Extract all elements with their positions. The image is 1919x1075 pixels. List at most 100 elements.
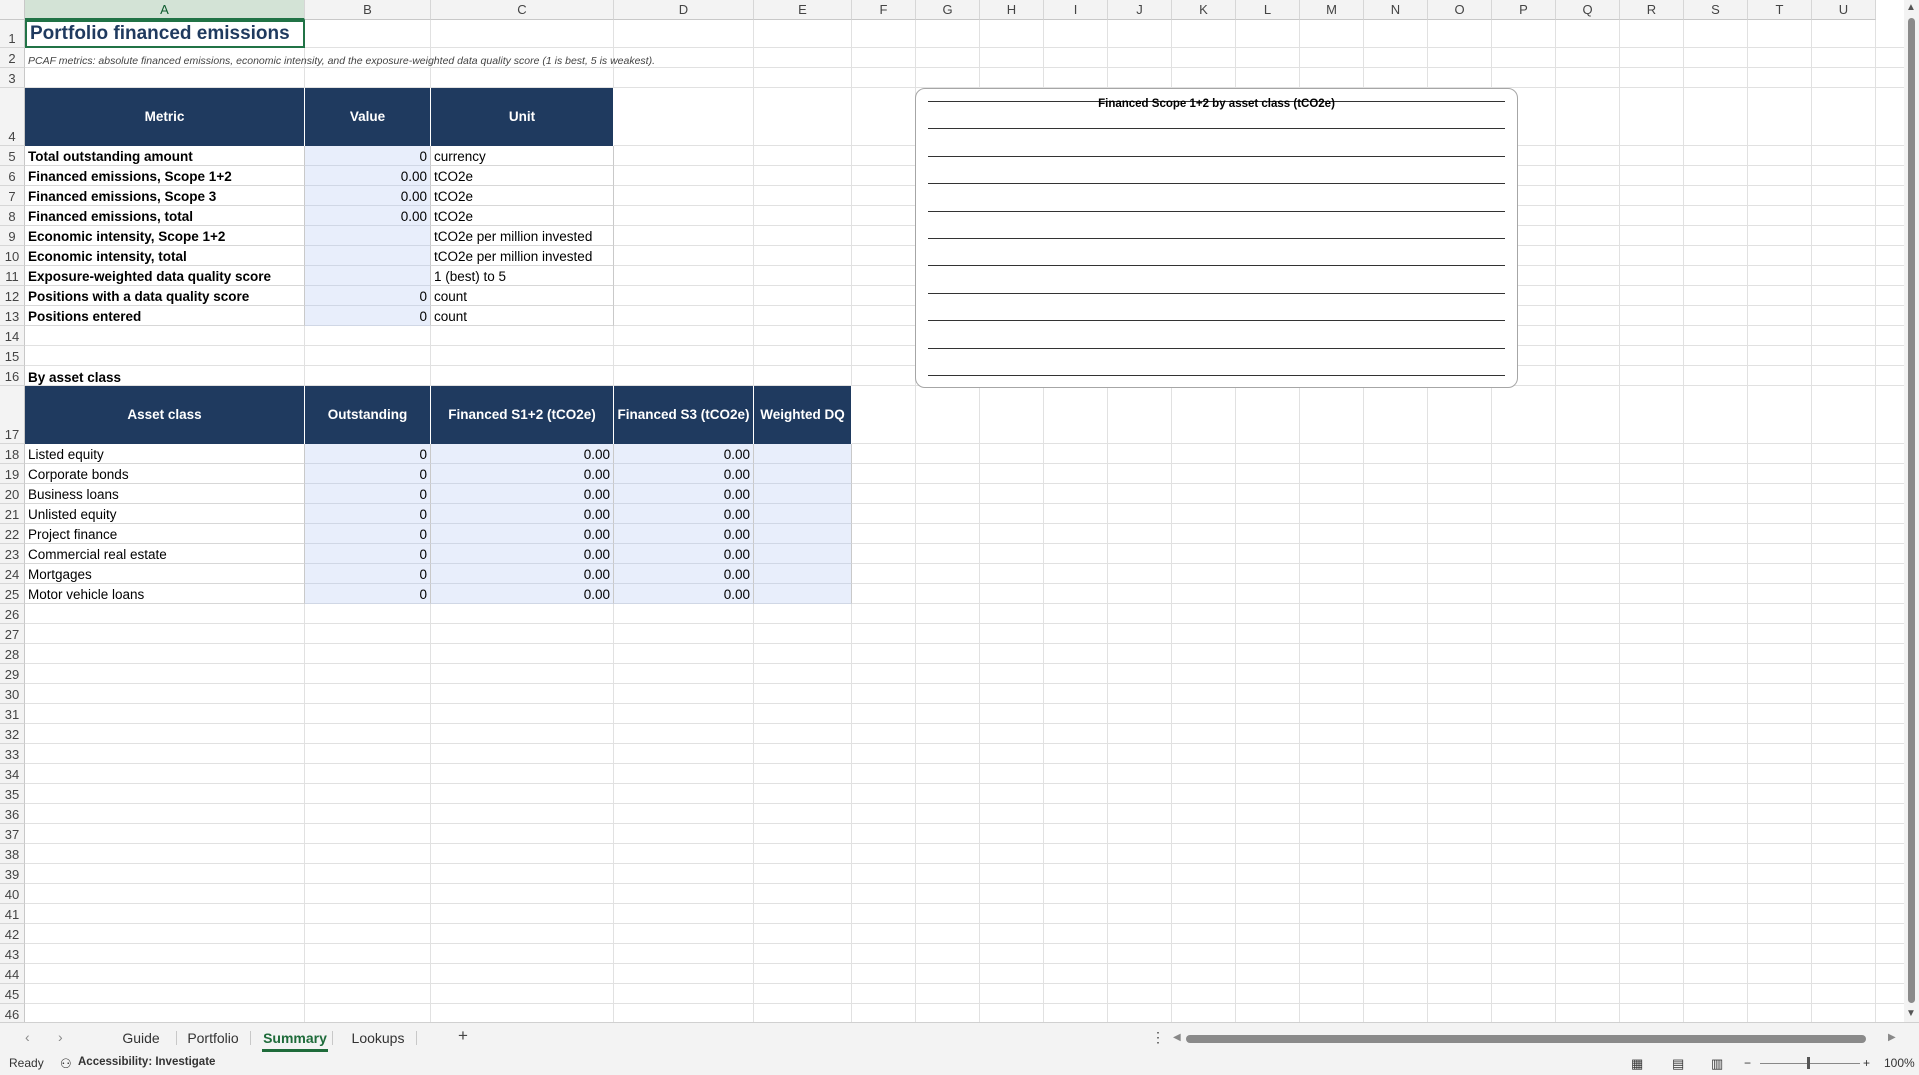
asset-financed-s12[interactable]: 0.00 (431, 564, 614, 584)
metric-label[interactable]: Economic intensity, Scope 1+2 (25, 226, 305, 246)
column-header[interactable]: E (754, 0, 852, 20)
asset-class-name[interactable]: Corporate bonds (25, 464, 305, 484)
metric-unit[interactable]: tCO2e (431, 186, 614, 206)
asset-financed-s12[interactable]: 0.00 (431, 524, 614, 544)
plus-icon[interactable]: + (458, 1026, 468, 1046)
column-header[interactable]: B (305, 0, 431, 20)
asset-outstanding[interactable]: 0 (305, 544, 431, 564)
column-header[interactable]: F (852, 0, 916, 20)
row-header[interactable]: 39 (0, 864, 25, 884)
column-header[interactable]: J (1108, 0, 1172, 20)
scroll-down-icon[interactable]: ▼ (1906, 1008, 1916, 1019)
asset-weighted-dq[interactable] (754, 504, 852, 524)
asset-table-header[interactable]: Asset class (25, 386, 305, 444)
metric-unit[interactable]: count (431, 306, 614, 326)
asset-weighted-dq[interactable] (754, 484, 852, 504)
vertical-scrollbar[interactable]: ▲ ▼ (1904, 0, 1919, 1022)
asset-class-name[interactable]: Project finance (25, 524, 305, 544)
sheet-tab-summary[interactable]: Summary (262, 1027, 328, 1052)
metric-value[interactable] (305, 226, 431, 246)
row-header[interactable]: 14 (0, 326, 25, 346)
sheet-tab-guide[interactable]: Guide (110, 1027, 172, 1049)
row-header[interactable]: 46 (0, 1004, 25, 1022)
zoom-slider-track[interactable] (1760, 1063, 1860, 1064)
metrics-header[interactable]: Value (305, 88, 431, 146)
zoom-out-icon[interactable]: − (1744, 1056, 1751, 1070)
row-header[interactable]: 2 (0, 48, 25, 68)
chevron-left-icon[interactable]: ‹ (25, 1029, 30, 1045)
metric-value[interactable]: 0.00 (305, 166, 431, 186)
row-header[interactable]: 6 (0, 166, 25, 186)
asset-financed-s3[interactable]: 0.00 (614, 484, 754, 504)
column-header[interactable]: R (1620, 0, 1684, 20)
metric-value[interactable] (305, 246, 431, 266)
chevron-right-icon[interactable]: › (58, 1029, 63, 1045)
row-header[interactable]: 40 (0, 884, 25, 904)
asset-outstanding[interactable]: 0 (305, 564, 431, 584)
asset-financed-s12[interactable]: 0.00 (431, 464, 614, 484)
row-header[interactable]: 31 (0, 704, 25, 724)
row-header[interactable]: 11 (0, 266, 25, 286)
asset-outstanding[interactable]: 0 (305, 464, 431, 484)
column-header[interactable]: N (1364, 0, 1428, 20)
row-header[interactable]: 1 (0, 20, 25, 48)
asset-weighted-dq[interactable] (754, 584, 852, 604)
metric-value[interactable]: 0 (305, 146, 431, 166)
column-header[interactable]: L (1236, 0, 1300, 20)
zoom-in-icon[interactable]: + (1863, 1056, 1870, 1070)
column-header[interactable]: U (1812, 0, 1876, 20)
column-header[interactable]: P (1492, 0, 1556, 20)
metric-label[interactable]: Financed emissions, Scope 3 (25, 186, 305, 206)
column-header[interactable]: Q (1556, 0, 1620, 20)
row-header[interactable]: 10 (0, 246, 25, 266)
metric-value[interactable]: 0 (305, 286, 431, 306)
metric-unit[interactable]: count (431, 286, 614, 306)
metric-value[interactable]: 0.00 (305, 186, 431, 206)
row-header[interactable]: 18 (0, 444, 25, 464)
metrics-header[interactable]: Unit (431, 88, 614, 146)
asset-outstanding[interactable]: 0 (305, 444, 431, 464)
asset-table-header[interactable]: Weighted DQ (754, 386, 852, 444)
column-header[interactable]: G (916, 0, 980, 20)
metric-label[interactable]: Exposure-weighted data quality score (25, 266, 305, 286)
row-header[interactable]: 28 (0, 644, 25, 664)
metric-unit[interactable]: currency (431, 146, 614, 166)
asset-financed-s12[interactable]: 0.00 (431, 544, 614, 564)
metric-label[interactable]: Total outstanding amount (25, 146, 305, 166)
asset-outstanding[interactable]: 0 (305, 504, 431, 524)
section-heading[interactable]: By asset class (25, 366, 305, 386)
asset-class-name[interactable]: Unlisted equity (25, 504, 305, 524)
zoom-level[interactable]: 100% (1884, 1056, 1915, 1070)
row-header[interactable]: 41 (0, 904, 25, 924)
asset-weighted-dq[interactable] (754, 544, 852, 564)
asset-financed-s3[interactable]: 0.00 (614, 544, 754, 564)
asset-table-header[interactable]: Financed S1+2 (tCO2e) (431, 386, 614, 444)
asset-financed-s12[interactable]: 0.00 (431, 584, 614, 604)
column-header[interactable]: C (431, 0, 614, 20)
metric-label[interactable]: Financed emissions, Scope 1+2 (25, 166, 305, 186)
asset-financed-s3[interactable]: 0.00 (614, 464, 754, 484)
metric-value[interactable]: 0.00 (305, 206, 431, 226)
row-header[interactable]: 13 (0, 306, 25, 326)
asset-table-header[interactable]: Outstanding (305, 386, 431, 444)
vertical-scroll-thumb[interactable] (1908, 18, 1915, 1003)
accessibility-status[interactable]: Accessibility: Investigate (78, 1056, 215, 1068)
asset-weighted-dq[interactable] (754, 464, 852, 484)
spreadsheet-grid[interactable]: ABCDEFGHIJKLMNOPQRSTU 1 2 3 4 5 6 7 8 9 10 11 12 13 1… (0, 0, 1919, 1022)
row-header[interactable]: 7 (0, 186, 25, 206)
row-header[interactable]: 16 (0, 366, 25, 386)
horizontal-scroll-thumb[interactable] (1186, 1035, 1866, 1043)
asset-class-name[interactable]: Business loans (25, 484, 305, 504)
row-header[interactable]: 17 (0, 386, 25, 444)
column-header[interactable]: H (980, 0, 1044, 20)
row-header[interactable]: 37 (0, 824, 25, 844)
zoom-slider-handle[interactable] (1807, 1057, 1810, 1069)
column-header[interactable]: D (614, 0, 754, 20)
normal-view-icon[interactable]: ▦ (1631, 1056, 1643, 1072)
metric-unit[interactable]: tCO2e per million invested (431, 246, 614, 266)
row-header[interactable]: 21 (0, 504, 25, 524)
row-header[interactable]: 35 (0, 784, 25, 804)
row-header[interactable]: 33 (0, 744, 25, 764)
metric-value[interactable] (305, 266, 431, 286)
row-header[interactable]: 15 (0, 346, 25, 366)
